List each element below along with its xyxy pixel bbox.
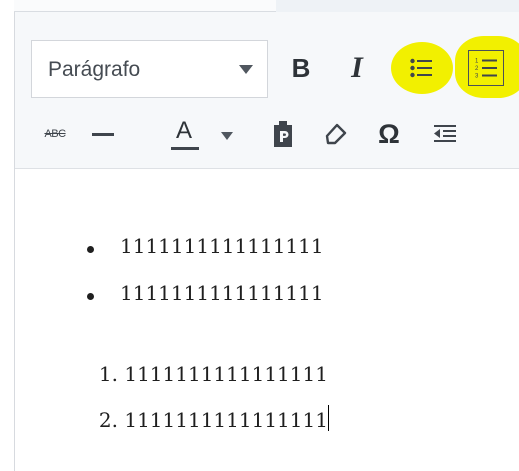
- numbered-list: 1. 1111111111111111 2. 1111111111111111: [85, 362, 329, 448]
- bullet-icon: [87, 246, 94, 253]
- list-item-number: 2.: [98, 408, 118, 432]
- bullet-icon: [87, 293, 94, 300]
- list-item: 1. 1111111111111111: [85, 362, 329, 405]
- format-select-value: Parágrafo: [48, 58, 141, 81]
- list-item-text: 1111111111111111: [124, 408, 328, 432]
- list-item-text: 1111111111111111: [124, 362, 328, 386]
- clear-formatting-icon: [325, 123, 347, 145]
- format-select[interactable]: Parágrafo: [31, 40, 268, 98]
- outdent-icon: [434, 125, 456, 142]
- top-strip: [0, 0, 519, 12]
- active-button-border: [468, 50, 504, 86]
- list-item: 2. 1111111111111111: [85, 405, 329, 448]
- italic-button[interactable]: I: [337, 48, 377, 88]
- strikethrough-icon: ABC: [44, 128, 66, 140]
- top-strip-right: [276, 0, 519, 12]
- special-character-button[interactable]: Ω: [369, 114, 409, 154]
- editor: Parágrafo B I 123 ABC A Ω 11111111111111…: [14, 12, 519, 471]
- editor-content[interactable]: 1111111111111111 1111111111111111 1. 111…: [15, 168, 519, 471]
- outdent-button[interactable]: [425, 114, 465, 154]
- strikethrough-button[interactable]: ABC: [35, 114, 75, 154]
- list-item-number: 1.: [98, 362, 118, 386]
- clear-formatting-button[interactable]: [316, 114, 356, 154]
- paste-as-text-button[interactable]: [263, 114, 303, 154]
- text-color-button[interactable]: A: [165, 114, 205, 154]
- paste-as-text-icon: [274, 121, 292, 147]
- list-item-text: 1111111111111111: [120, 234, 324, 258]
- text-cursor: [327, 405, 329, 431]
- numbered-list-button[interactable]: 123: [466, 48, 506, 88]
- list-item-text: 1111111111111111: [120, 281, 324, 305]
- horizontal-line-button[interactable]: [83, 114, 123, 154]
- editor-toolbar: Parágrafo B I 123 ABC A Ω: [15, 12, 519, 169]
- bold-button[interactable]: B: [281, 48, 321, 88]
- tab-edge: [14, 0, 276, 12]
- text-color-icon: A: [176, 117, 193, 144]
- bulleted-list-button[interactable]: [401, 48, 441, 88]
- special-character-icon: Ω: [378, 118, 400, 149]
- bulleted-list-icon: [410, 58, 432, 78]
- text-color-swatch: [171, 147, 199, 150]
- horizontal-line-icon: [92, 132, 114, 136]
- text-color-dropdown-icon[interactable]: [221, 132, 233, 140]
- chevron-down-icon: [239, 65, 253, 74]
